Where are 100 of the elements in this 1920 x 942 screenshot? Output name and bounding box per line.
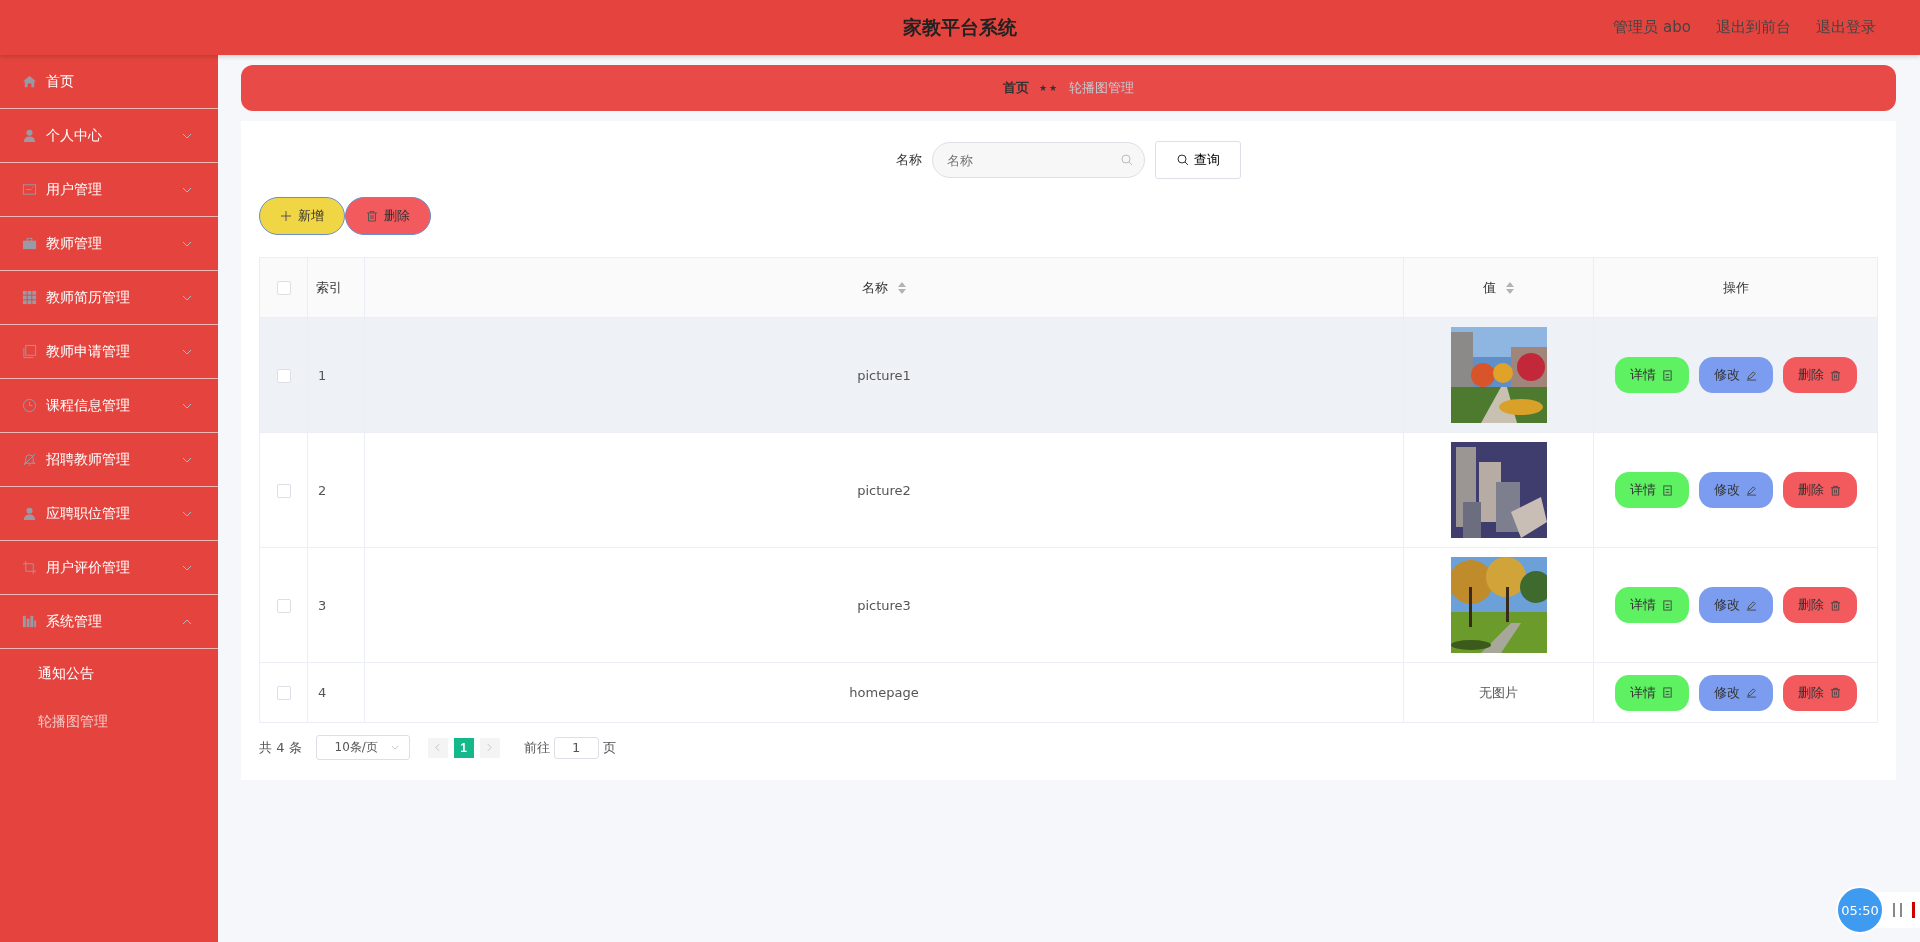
checkbox[interactable] <box>276 368 291 383</box>
checkbox[interactable] <box>276 686 291 701</box>
plus-icon <box>280 210 292 222</box>
menu-item[interactable]: 个人中心 <box>0 109 218 163</box>
user-icon <box>22 506 37 521</box>
bar-chart-icon <box>22 614 37 629</box>
table-row[interactable]: 1 picture1 详情 修改 删除 <box>259 317 1878 433</box>
table-cell: 3 <box>318 597 327 613</box>
details-button[interactable]: 详情 <box>1614 357 1689 393</box>
submenu-item[interactable]: 通知公告 <box>0 649 218 697</box>
page-size-select[interactable]: 10条/页 <box>315 735 410 760</box>
total-count: 共 4 条 <box>259 738 302 757</box>
grid-icon <box>22 290 37 305</box>
breadcrumb-separator: ★★ <box>1038 83 1060 93</box>
document-icon <box>1662 687 1673 698</box>
checkbox[interactable] <box>276 281 291 296</box>
query-button[interactable]: 查询 <box>1155 141 1241 179</box>
chevron-right-icon <box>487 743 493 752</box>
sort-icon[interactable] <box>898 282 907 294</box>
menu-item[interactable]: 用户管理 <box>0 163 218 217</box>
chevron-left-icon <box>435 743 441 752</box>
pencil-icon <box>1746 369 1757 381</box>
menu-item[interactable]: 系统管理 <box>0 595 218 649</box>
breadcrumb-item[interactable]: 轮播图管理 <box>1069 79 1135 97</box>
user-icon <box>22 128 37 143</box>
home-icon <box>22 74 37 89</box>
header-link[interactable]: 退出到前台 <box>1716 18 1791 37</box>
trash-icon <box>1830 484 1841 496</box>
sort-icon[interactable] <box>1506 282 1515 294</box>
delete-button[interactable]: 删除 <box>345 197 431 235</box>
id-card-icon <box>22 182 37 197</box>
column-header: 名称 <box>861 279 888 295</box>
edit-button[interactable]: 修改 <box>1698 472 1773 508</box>
column-header: 操作 <box>1722 279 1749 295</box>
copy-icon <box>22 344 37 359</box>
app-title: 家教平台系统 <box>903 14 1017 40</box>
search-field[interactable]: 名称 <box>932 142 1145 178</box>
edit-button[interactable]: 修改 <box>1698 587 1773 623</box>
table-cell: 4 <box>318 685 327 700</box>
search-icon <box>1121 154 1133 166</box>
table-cell: homepage <box>849 685 919 700</box>
pause-icon[interactable] <box>1892 902 1904 918</box>
trash-icon <box>1830 599 1841 611</box>
document-icon <box>1662 484 1673 496</box>
document-icon <box>1662 369 1673 381</box>
next-page-button[interactable] <box>479 737 500 758</box>
menu-item[interactable]: 应聘职位管理 <box>0 487 218 541</box>
clock-icon <box>22 398 37 413</box>
document-icon <box>1662 599 1673 611</box>
delete-button[interactable]: 删除 <box>1782 472 1857 508</box>
goto-label: 前往 <box>523 738 550 757</box>
menu-item[interactable]: 教师管理 <box>0 217 218 271</box>
menu-item[interactable]: 首页 <box>0 55 218 109</box>
menu-item[interactable]: 教师申请管理 <box>0 325 218 379</box>
table-cell: 1 <box>318 367 327 383</box>
details-button[interactable]: 详情 <box>1614 472 1689 508</box>
crop-icon <box>22 560 37 575</box>
header-link[interactable]: 管理员 abo <box>1613 18 1691 37</box>
submenu-item[interactable]: 轮播图管理 <box>0 697 218 745</box>
edit-button[interactable]: 修改 <box>1698 674 1773 711</box>
chevron-icon <box>390 745 399 750</box>
delete-button[interactable]: 删除 <box>1782 674 1857 711</box>
add-button[interactable]: 新增 <box>259 197 345 235</box>
delete-button[interactable]: 删除 <box>1782 357 1857 393</box>
table-cell: 2 <box>318 482 327 498</box>
details-button[interactable]: 详情 <box>1614 674 1689 711</box>
briefcase-icon <box>22 236 37 251</box>
search-icon <box>1176 154 1189 166</box>
checkbox[interactable] <box>276 483 291 498</box>
table-cell: picture3 <box>857 597 911 613</box>
previous-page-button[interactable] <box>427 737 448 758</box>
page-suffix: 页 <box>602 738 616 757</box>
table-cell: picture2 <box>857 482 911 498</box>
column-header: 值 <box>1482 279 1496 295</box>
column-header: 索引 <box>316 279 342 295</box>
edit-button[interactable]: 修改 <box>1698 357 1773 393</box>
table-row[interactable]: 2 picture2 详情 修改 删除 <box>259 432 1878 548</box>
table-cell: 无图片 <box>1479 684 1518 700</box>
table-row[interactable]: 3 picture3 详情 修改 删除 <box>259 547 1878 663</box>
bell-off-icon <box>22 452 37 467</box>
trash-icon <box>1830 369 1841 381</box>
table-row[interactable]: 4 homepage 无图片 详情 修改 删除 <box>259 662 1878 723</box>
menu-item[interactable]: 招聘教师管理 <box>0 433 218 487</box>
checkbox[interactable] <box>276 598 291 613</box>
page-button[interactable]: 1 <box>453 737 474 758</box>
menu-item[interactable]: 课程信息管理 <box>0 379 218 433</box>
pencil-icon <box>1746 687 1757 698</box>
timer-badge[interactable]: 05:50 <box>1836 886 1884 934</box>
search-label: 名称 <box>896 151 922 169</box>
pencil-icon <box>1746 599 1757 611</box>
header-link[interactable]: 退出登录 <box>1816 18 1876 37</box>
trash-icon <box>1830 687 1841 698</box>
menu-item[interactable]: 教师简历管理 <box>0 271 218 325</box>
breadcrumb-item[interactable]: 首页 <box>1002 79 1029 97</box>
page-input[interactable]: 1 <box>553 736 599 759</box>
details-button[interactable]: 详情 <box>1614 587 1689 623</box>
pencil-icon <box>1746 484 1757 496</box>
menu-item[interactable]: 用户评价管理 <box>0 541 218 595</box>
trash-icon <box>366 210 378 222</box>
delete-button[interactable]: 删除 <box>1782 587 1857 623</box>
